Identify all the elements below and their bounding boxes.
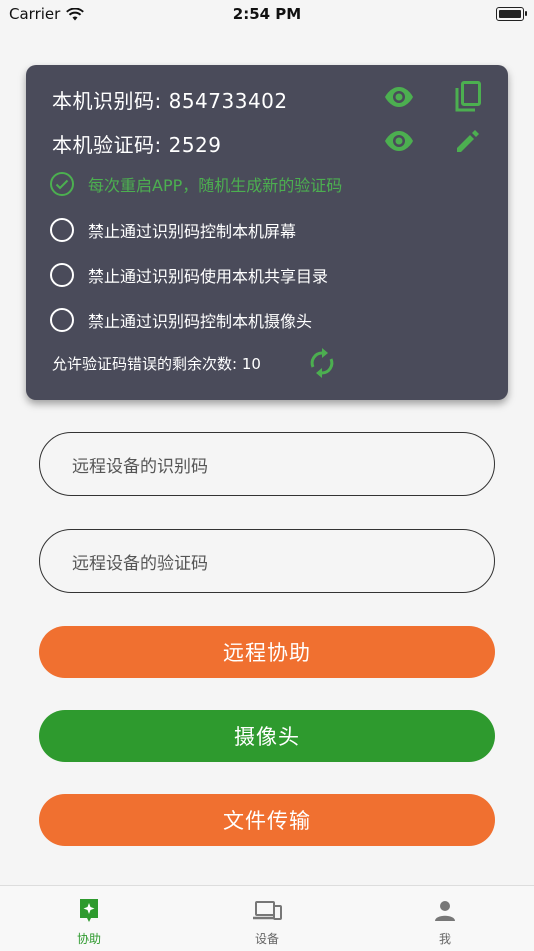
tab-label: 我 — [438, 932, 451, 946]
local-id-value: 854733402 — [168, 89, 288, 113]
pencil-icon — [457, 130, 479, 152]
unchecked-circle-icon — [50, 263, 74, 287]
tab-assist[interactable]: 协助 — [0, 886, 178, 951]
option-label: 每次重启APP，随机生成新的验证码 — [88, 176, 343, 195]
show-id-button[interactable] — [382, 80, 416, 114]
option-block-camera[interactable]: 禁止通过识别码控制本机摄像头 — [50, 308, 312, 332]
assist-icon — [80, 899, 98, 922]
local-id-row: 本机识别码: 854733402 — [52, 85, 288, 114]
tab-devices[interactable]: 设备 — [178, 886, 356, 951]
option-label: 禁止通过识别码控制本机屏幕 — [88, 222, 297, 241]
local-verify-label: 本机验证码: — [52, 133, 162, 157]
eye-icon — [385, 131, 413, 151]
status-bar: Carrier 2:54 PM — [0, 0, 534, 30]
battery-icon — [496, 7, 527, 21]
local-id-label: 本机识别码: — [52, 89, 162, 113]
file-transfer-label: 文件传输 — [223, 809, 311, 833]
retry-count-row: 允许验证码错误的剩余次数: 10 — [52, 353, 261, 374]
tab-bar: 协助 设备 我 — [0, 885, 534, 951]
remote-assist-button[interactable]: 远程协助 — [39, 626, 495, 678]
reset-retry-button[interactable] — [305, 346, 339, 380]
remote-assist-label: 远程协助 — [223, 641, 311, 665]
tab-label: 设备 — [254, 932, 279, 946]
edit-verify-button[interactable] — [451, 124, 485, 158]
local-verify-value: 2529 — [168, 133, 222, 157]
person-icon — [435, 901, 455, 921]
tab-me[interactable]: 我 — [356, 886, 534, 951]
copy-icon — [455, 81, 481, 112]
tab-label: 协助 — [76, 932, 101, 946]
option-label: 禁止通过识别码控制本机摄像头 — [88, 312, 313, 331]
eye-icon — [385, 87, 413, 107]
local-verify-row: 本机验证码: 2529 — [52, 129, 222, 158]
show-verify-button[interactable] — [382, 124, 416, 158]
file-transfer-button[interactable]: 文件传输 — [39, 794, 495, 846]
option-label: 禁止通过识别码使用本机共享目录 — [88, 267, 329, 286]
option-regenerate[interactable]: 每次重启APP，随机生成新的验证码 — [50, 172, 342, 196]
remote-verify-placeholder: 远程设备的验证码 — [72, 553, 208, 574]
retry-count-label: 允许验证码错误的剩余次数: 10 — [52, 355, 261, 373]
unchecked-circle-icon — [50, 218, 74, 242]
clock: 2:54 PM — [232, 5, 302, 23]
local-device-card: 本机识别码: 854733402 本机验证码: 2529 每次重启APP，随机生… — [26, 65, 508, 400]
checked-circle-icon — [50, 172, 74, 196]
remote-id-placeholder: 远程设备的识别码 — [72, 456, 208, 477]
devices-icon — [253, 901, 282, 920]
option-block-share[interactable]: 禁止通过识别码使用本机共享目录 — [50, 263, 328, 287]
remote-verify-input[interactable]: 远程设备的验证码 — [39, 529, 495, 593]
remote-id-input[interactable]: 远程设备的识别码 — [39, 432, 495, 496]
unchecked-circle-icon — [50, 308, 74, 332]
refresh-icon — [310, 348, 334, 378]
copy-id-button[interactable] — [451, 79, 485, 113]
camera-label: 摄像头 — [234, 725, 300, 749]
camera-button[interactable]: 摄像头 — [39, 710, 495, 762]
option-block-screen[interactable]: 禁止通过识别码控制本机屏幕 — [50, 218, 296, 242]
